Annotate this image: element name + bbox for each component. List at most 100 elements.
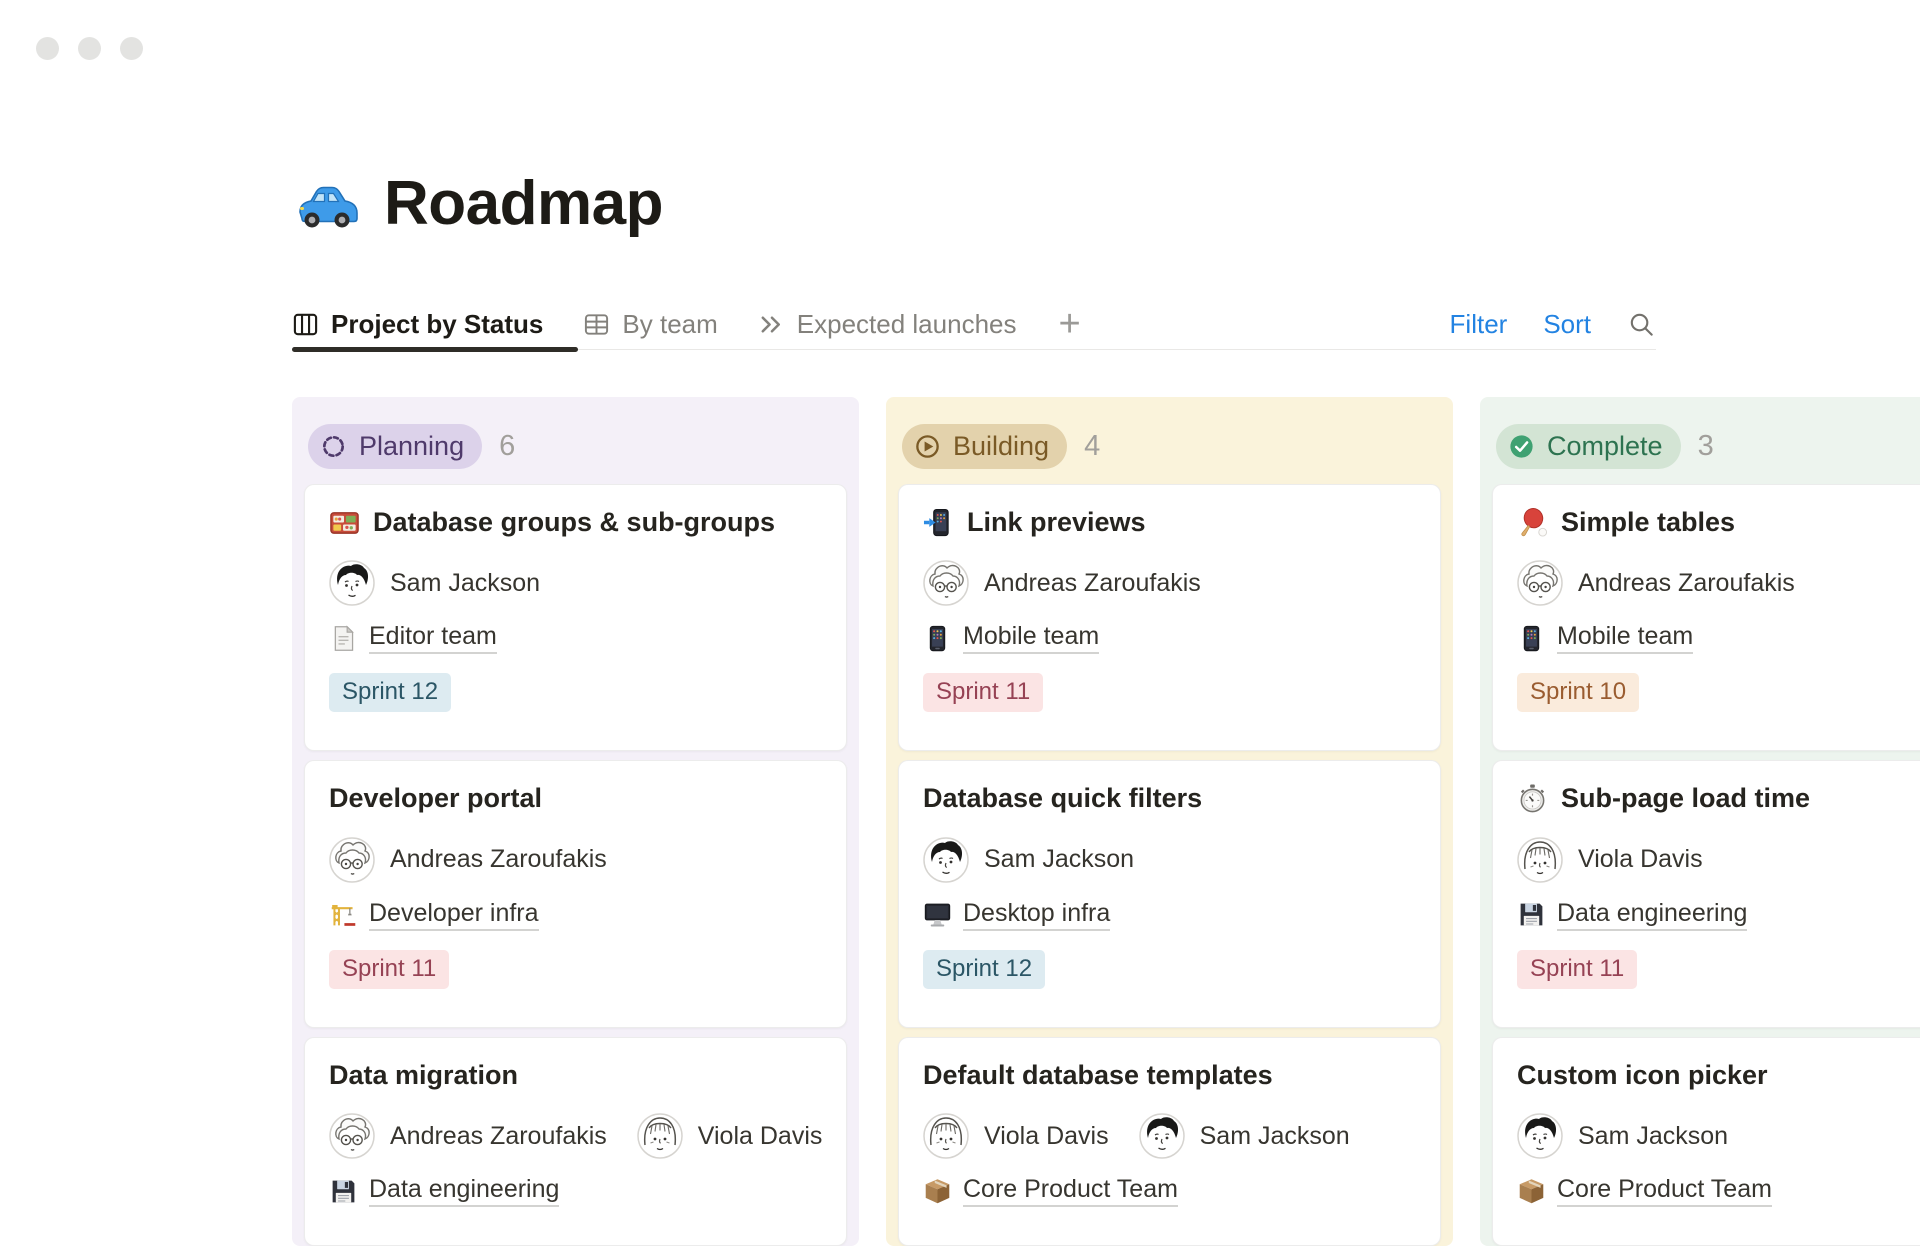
card-database-groups-sub-groups[interactable]: Database groups & sub-groups Sam Jackson E… xyxy=(304,484,847,751)
status-pill-building[interactable]: Building xyxy=(902,424,1067,469)
box-icon xyxy=(1517,1177,1546,1206)
avatar-sam xyxy=(329,560,375,606)
floppy-icon xyxy=(329,1177,358,1206)
card-title-text: Link previews xyxy=(967,506,1146,538)
card-title: Developer portal xyxy=(329,782,822,814)
person-name: Sam Jackson xyxy=(984,845,1134,874)
card-title-text: Data migration xyxy=(329,1059,518,1091)
play-circle-icon xyxy=(913,432,942,461)
person-name: Andreas Zaroufakis xyxy=(390,1122,607,1151)
phone-icon xyxy=(923,624,952,653)
avatar-andreas xyxy=(923,560,969,606)
window-zoom-button[interactable] xyxy=(120,37,143,60)
team-link-data-engineering[interactable]: Data engineering xyxy=(1517,899,1747,931)
card-data-migration[interactable]: Data migration Andreas Zaroufakis Viola Da… xyxy=(304,1037,847,1246)
column-cards: Link previews Andreas Zaroufakis Mobile te… xyxy=(886,484,1453,1246)
team-link-developer-infra[interactable]: Developer infra xyxy=(329,899,539,931)
avatar-andreas xyxy=(1517,560,1563,606)
tab-by-team[interactable]: By team xyxy=(583,309,717,340)
status-label: Building xyxy=(953,431,1049,462)
card-custom-icon-picker[interactable]: Custom icon pickerSam JacksonCore Produc… xyxy=(1492,1037,1920,1246)
card-people: Andreas Zaroufakis xyxy=(923,560,1416,606)
card-default-database-templates[interactable]: Default database templatesViola DavisSam… xyxy=(898,1037,1441,1246)
page-title: Roadmap xyxy=(292,168,1920,239)
card-people: Sam Jackson xyxy=(923,837,1416,883)
view-tabs: Project by Status By team Expected launc… xyxy=(292,309,1081,340)
window-close-button[interactable] xyxy=(36,37,59,60)
team-link-core-product-team[interactable]: Core Product Team xyxy=(923,1175,1178,1207)
kanban-board: Planning 6 Database groups & sub-groups Sam… xyxy=(292,397,1920,1246)
column-cards: Simple tables Andreas Zaroufakis Mobile te… xyxy=(1480,484,1920,1246)
avatar-andreas xyxy=(329,837,375,883)
team-link-data-engineering[interactable]: Data engineering xyxy=(329,1175,559,1207)
team-link-mobile-team[interactable]: Mobile team xyxy=(923,622,1099,654)
chevrons-right-icon xyxy=(758,311,785,338)
person-sam-jackson: Sam Jackson xyxy=(923,837,1134,883)
add-view-button[interactable]: + xyxy=(1059,309,1081,339)
sprint-badge: Sprint 12 xyxy=(923,950,1045,989)
card-link-previews[interactable]: Link previews Andreas Zaroufakis Mobile te… xyxy=(898,484,1441,751)
view-actions: Filter Sort xyxy=(1450,309,1656,340)
column-count: 6 xyxy=(499,430,515,463)
sprint-badge: Sprint 11 xyxy=(329,950,449,989)
person-andreas-zaroufakis: Andreas Zaroufakis xyxy=(1517,560,1795,606)
sprint-badge: Sprint 10 xyxy=(1517,673,1639,712)
card-title-text: Default database templates xyxy=(923,1059,1273,1091)
card-developer-portal[interactable]: Developer portal Andreas Zaroufakis Develo… xyxy=(304,760,847,1027)
filter-button[interactable]: Filter xyxy=(1450,309,1508,340)
person-andreas-zaroufakis: Andreas Zaroufakis xyxy=(923,560,1201,606)
person-name: Sam Jackson xyxy=(390,569,540,598)
team-link-desktop-infra[interactable]: Desktop infra xyxy=(923,899,1110,931)
card-people: Andreas Zaroufakis xyxy=(329,837,822,883)
team-link-mobile-team[interactable]: Mobile team xyxy=(1517,622,1693,654)
card-title-text: Database quick filters xyxy=(923,782,1202,814)
status-pill-planning[interactable]: Planning xyxy=(308,424,482,469)
bento-icon xyxy=(329,507,360,538)
person-sam-jackson: Sam Jackson xyxy=(1517,1113,1728,1159)
team-link-core-product-team[interactable]: Core Product Team xyxy=(1517,1175,1772,1207)
team-name: Core Product Team xyxy=(963,1175,1178,1207)
sprint-badge: Sprint 12 xyxy=(329,673,451,712)
card-title: Link previews xyxy=(923,506,1416,538)
search-icon[interactable] xyxy=(1627,310,1656,339)
team-name: Core Product Team xyxy=(1557,1175,1772,1207)
card-title: Sub-page load time xyxy=(1517,782,1920,814)
person-name: Viola Davis xyxy=(1578,845,1703,874)
column-header-planning: Planning 6 xyxy=(292,397,859,484)
paddle-icon xyxy=(1517,507,1548,538)
status-pill-complete[interactable]: Complete xyxy=(1496,424,1681,469)
card-people: Viola Davis xyxy=(1517,837,1920,883)
team-link-editor-team[interactable]: Editor team xyxy=(329,622,497,654)
sprint-badge: Sprint 11 xyxy=(923,673,1043,712)
tab-project-by-status[interactable]: Project by Status xyxy=(292,309,543,340)
column-count: 3 xyxy=(1698,430,1714,463)
team-name: Data engineering xyxy=(1557,899,1747,931)
floppy-icon xyxy=(1517,900,1546,929)
card-simple-tables[interactable]: Simple tables Andreas Zaroufakis Mobile te… xyxy=(1492,484,1920,751)
sort-button[interactable]: Sort xyxy=(1543,309,1591,340)
table-icon xyxy=(583,311,610,338)
card-sub-page-load-time[interactable]: Sub-page load time Viola Davis Data engine… xyxy=(1492,760,1920,1027)
card-people: Sam Jackson xyxy=(329,560,822,606)
team-name: Desktop infra xyxy=(963,899,1110,931)
sprint-badge: Sprint 11 xyxy=(1517,950,1637,989)
tab-expected-launches[interactable]: Expected launches xyxy=(758,309,1017,340)
person-name: Sam Jackson xyxy=(1578,1122,1728,1151)
card-title: Database groups & sub-groups xyxy=(329,506,822,538)
team-name: Mobile team xyxy=(963,622,1099,654)
column-header-building: Building4 xyxy=(886,397,1453,484)
person-sam-jackson: Sam Jackson xyxy=(329,560,540,606)
stopwatch-icon xyxy=(1517,783,1548,814)
crane-icon xyxy=(329,900,358,929)
team-name: Data engineering xyxy=(369,1175,559,1207)
avatar-viola xyxy=(923,1113,969,1159)
window-minimize-button[interactable] xyxy=(78,37,101,60)
person-andreas-zaroufakis: Andreas Zaroufakis xyxy=(329,837,607,883)
card-title-text: Developer portal xyxy=(329,782,542,814)
person-name: Sam Jackson xyxy=(1200,1122,1350,1151)
card-title: Simple tables xyxy=(1517,506,1920,538)
card-database-quick-filters[interactable]: Database quick filters Sam Jackson Desktop… xyxy=(898,760,1441,1027)
column-header-complete: Complete 3 xyxy=(1480,397,1920,484)
board-column-complete: Complete 3 Simple tables Andreas Zaroufakis… xyxy=(1480,397,1920,1246)
person-viola-davis: Viola Davis xyxy=(637,1113,823,1159)
